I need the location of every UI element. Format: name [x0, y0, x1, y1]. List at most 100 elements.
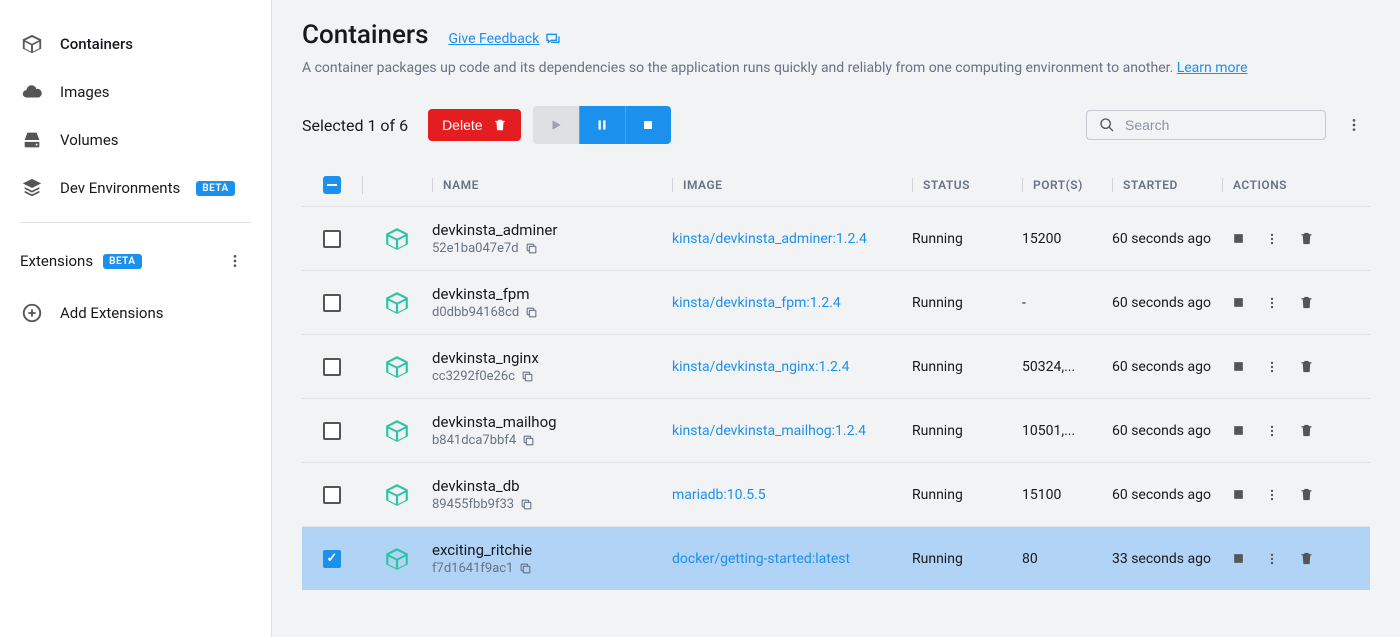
- main-content: Containers Give Feedback A container pac…: [272, 0, 1400, 637]
- cell-ports[interactable]: 50324,...: [1022, 359, 1112, 375]
- row-checkbox[interactable]: [323, 230, 341, 248]
- row-delete-button[interactable]: [1299, 487, 1314, 502]
- col-actions: ACTIONS: [1222, 178, 1352, 192]
- pause-icon: [595, 118, 609, 132]
- container-name[interactable]: devkinsta_adminer: [432, 221, 672, 239]
- pause-button[interactable]: [579, 106, 625, 144]
- search-box[interactable]: [1086, 110, 1326, 140]
- copy-icon[interactable]: [520, 498, 533, 511]
- copy-icon[interactable]: [525, 242, 538, 255]
- row-stop-button[interactable]: [1232, 232, 1245, 245]
- table-row[interactable]: devkinsta_adminer 52e1ba047e7d kinsta/devk…: [302, 206, 1370, 270]
- row-more-button[interactable]: [1265, 296, 1279, 310]
- copy-icon[interactable]: [519, 562, 532, 575]
- cell-actions: [1222, 295, 1352, 310]
- table-row[interactable]: devkinsta_nginxcc3292f0e26ckinsta/devkin…: [302, 334, 1370, 398]
- cell-image[interactable]: docker/getting-started:latest: [672, 551, 912, 567]
- container-id: 52e1ba047e7d: [432, 241, 519, 256]
- row-delete-button[interactable]: [1299, 551, 1314, 566]
- cell-started: 60 seconds ago: [1112, 295, 1222, 311]
- row-checkbox[interactable]: [323, 422, 341, 440]
- play-icon: [549, 118, 563, 132]
- search-input[interactable]: [1125, 117, 1313, 133]
- toolbar-more-icon[interactable]: [1338, 109, 1370, 141]
- cell-image[interactable]: kinsta/devkinsta_mailhog:1.2.4: [672, 423, 912, 439]
- learn-more-link[interactable]: Learn more: [1177, 60, 1248, 76]
- table-row[interactable]: exciting_ritchief7d1641f9ac1docker/getti…: [302, 526, 1370, 590]
- row-more-button[interactable]: [1265, 424, 1279, 438]
- sidebar-item-add-extensions[interactable]: Add Extensions: [0, 289, 271, 337]
- col-status[interactable]: STATUS: [912, 178, 1022, 192]
- delete-button[interactable]: Delete: [428, 109, 520, 141]
- cell-ports[interactable]: 80: [1022, 551, 1112, 567]
- beta-badge: BETA: [196, 181, 234, 196]
- sidebar-item-label: Volumes: [60, 131, 119, 149]
- cell-image[interactable]: mariadb:10.5.5: [672, 487, 912, 503]
- sidebar-item-containers[interactable]: Containers: [0, 20, 271, 68]
- container-name[interactable]: devkinsta_mailhog: [432, 413, 672, 431]
- row-more-button[interactable]: [1265, 552, 1279, 566]
- extensions-header: Extensions BETA: [0, 233, 271, 289]
- table-row[interactable]: devkinsta_db 89455fbb9f33 mariadb:10.5.5Ru…: [302, 462, 1370, 526]
- select-all-checkbox[interactable]: [323, 176, 341, 194]
- row-delete-button[interactable]: [1299, 231, 1314, 246]
- table-row[interactable]: devkinsta_fpm d0dbb94168cd kinsta/devkinst…: [302, 270, 1370, 334]
- row-stop-button[interactable]: [1232, 552, 1245, 565]
- sidebar-item-images[interactable]: Images: [0, 68, 271, 116]
- stop-button[interactable]: [625, 106, 671, 144]
- cell-name: devkinsta_fpm d0dbb94168cd: [432, 285, 672, 320]
- row-stop-button[interactable]: [1232, 424, 1245, 437]
- container-id: d0dbb94168cd: [432, 305, 519, 320]
- container-id: 89455fbb9f33: [432, 497, 514, 512]
- row-checkbox[interactable]: [323, 358, 341, 376]
- container-name[interactable]: exciting_ritchie: [432, 541, 672, 559]
- cell-ports[interactable]: -: [1022, 295, 1112, 311]
- row-more-button[interactable]: [1265, 232, 1279, 246]
- cell-status: Running: [912, 359, 1022, 375]
- row-checkbox[interactable]: [323, 294, 341, 312]
- cell-ports[interactable]: 15100: [1022, 487, 1112, 503]
- sidebar-item-label: Dev Environments: [60, 179, 180, 197]
- give-feedback-link[interactable]: Give Feedback: [448, 31, 561, 47]
- copy-icon[interactable]: [521, 370, 534, 383]
- container-name[interactable]: devkinsta_fpm: [432, 285, 672, 303]
- sidebar: Containers Images Volumes Dev Environmen…: [0, 0, 272, 637]
- row-stop-button[interactable]: [1232, 296, 1245, 309]
- cell-image[interactable]: kinsta/devkinsta_nginx:1.2.4: [672, 359, 912, 375]
- cell-ports[interactable]: 10501,...: [1022, 423, 1112, 439]
- more-vert-icon[interactable]: [219, 245, 251, 277]
- cell-actions: [1222, 551, 1352, 566]
- col-ports[interactable]: PORT(S): [1022, 178, 1112, 192]
- table-row[interactable]: devkinsta_mailhogb841dca7bbf4kinsta/devk…: [302, 398, 1370, 462]
- cell-started: 60 seconds ago: [1112, 231, 1222, 247]
- stop-icon: [642, 119, 654, 131]
- container-name[interactable]: devkinsta_db: [432, 477, 672, 495]
- cell-image[interactable]: kinsta/devkinsta_fpm:1.2.4: [672, 295, 912, 311]
- row-delete-button[interactable]: [1299, 423, 1314, 438]
- row-checkbox[interactable]: [323, 550, 341, 568]
- cell-image[interactable]: kinsta/devkinsta_adminer:1.2.4: [672, 231, 912, 247]
- cell-name: devkinsta_nginxcc3292f0e26c: [432, 349, 672, 384]
- copy-icon[interactable]: [525, 306, 538, 319]
- cell-ports[interactable]: 15200: [1022, 231, 1112, 247]
- extensions-label: Extensions: [20, 252, 93, 270]
- selected-count: Selected 1 of 6: [302, 116, 408, 135]
- col-image[interactable]: IMAGE: [672, 178, 912, 192]
- row-stop-button[interactable]: [1232, 360, 1245, 373]
- row-more-button[interactable]: [1265, 360, 1279, 374]
- row-delete-button[interactable]: [1299, 359, 1314, 374]
- row-stop-button[interactable]: [1232, 488, 1245, 501]
- row-more-button[interactable]: [1265, 488, 1279, 502]
- copy-icon[interactable]: [522, 434, 535, 447]
- sidebar-item-volumes[interactable]: Volumes: [0, 116, 271, 164]
- container-name[interactable]: devkinsta_nginx: [432, 349, 672, 367]
- row-checkbox[interactable]: [323, 486, 341, 504]
- sidebar-item-dev-environments[interactable]: Dev Environments BETA: [0, 164, 271, 212]
- cell-status: Running: [912, 487, 1022, 503]
- col-name[interactable]: NAME: [432, 178, 672, 192]
- container-cube-icon: [362, 546, 432, 572]
- col-started[interactable]: STARTED: [1112, 178, 1222, 192]
- row-delete-button[interactable]: [1299, 295, 1314, 310]
- play-button: [533, 106, 579, 144]
- table-header: NAME IMAGE STATUS PORT(S) STARTED ACTION…: [302, 164, 1370, 206]
